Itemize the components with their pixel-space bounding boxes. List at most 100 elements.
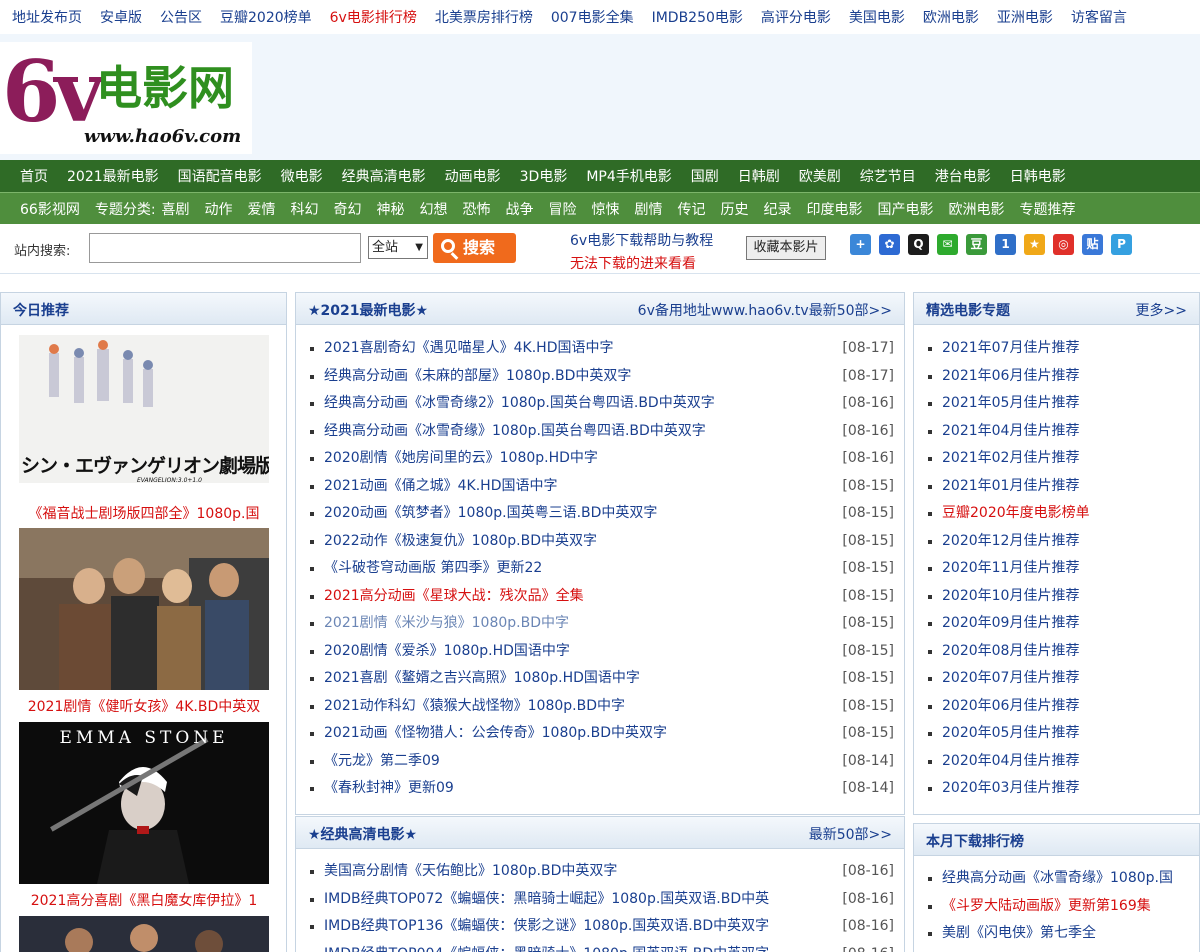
top-link[interactable]: 欧洲电影 (923, 7, 979, 27)
nav-item[interactable]: 日韩电影 (1010, 166, 1066, 186)
item-link[interactable]: 2021年06月佳片推荐 (942, 363, 1079, 391)
weibo-share-icon[interactable]: ◎ (1053, 234, 1074, 255)
top-link[interactable]: 美国电影 (849, 7, 905, 27)
top-link[interactable]: 北美票房排行榜 (435, 7, 533, 27)
category-item[interactable]: 剧情 (635, 199, 663, 219)
poster-caption[interactable]: 2021剧情《健听女孩》4K.BD中英双 (1, 696, 286, 716)
plus-share-icon[interactable]: + (850, 234, 871, 255)
item-link[interactable]: 2021动作科幻《猿猴大战怪物》1080p.BD中字 (324, 693, 625, 721)
item-link[interactable]: IMDB经典TOP136《蝙蝠侠：侠影之谜》1080p.国英双语.BD中英双字 (324, 913, 769, 941)
top-link[interactable]: 高评分电影 (761, 7, 831, 27)
nav-item[interactable]: 国语配音电影 (178, 166, 262, 186)
item-link[interactable]: IMDB经典TOP004《蝙蝠侠：黑暗骑士》1080p.国英双语.BD中英双字 (324, 941, 769, 952)
item-link[interactable]: 《斗破苍穹动画版 第四季》更新22 (324, 555, 542, 583)
nav-item[interactable]: 港台电影 (935, 166, 991, 186)
category-item[interactable]: 专题推荐 (1020, 199, 1076, 219)
category-item[interactable]: 神秘 (377, 199, 405, 219)
item-link[interactable]: 2021年04月佳片推荐 (942, 418, 1079, 446)
item-link[interactable]: 2021年02月佳片推荐 (942, 445, 1079, 473)
category-item[interactable]: 幻想 (420, 199, 448, 219)
renren-share-icon[interactable]: 1 (995, 234, 1016, 255)
p-share-icon[interactable]: P (1111, 234, 1132, 255)
more-link[interactable]: 更多>> (1136, 300, 1187, 320)
item-link[interactable]: 2021高分动画《星球大战：残次品》全集 (324, 583, 584, 611)
nav-item[interactable]: 2021最新电影 (67, 166, 159, 186)
top-link[interactable]: 6v电影排行榜 (330, 7, 417, 27)
wechat-share-icon[interactable]: ✉ (937, 234, 958, 255)
item-link[interactable]: 2020年06月佳片推荐 (942, 693, 1079, 721)
douban-share-icon[interactable]: 豆 (966, 234, 987, 255)
item-link[interactable]: 经典高分动画《冰雪奇缘》1080p.国 (942, 865, 1173, 893)
nav-item[interactable]: 欧美剧 (799, 166, 841, 186)
category-item[interactable]: 印度电影 (807, 199, 863, 219)
nav-item[interactable]: 动画电影 (445, 166, 501, 186)
item-link[interactable]: 2020年03月佳片推荐 (942, 775, 1079, 803)
item-link[interactable]: 2020年09月佳片推荐 (942, 610, 1079, 638)
item-link[interactable]: 2020年05月佳片推荐 (942, 720, 1079, 748)
poster-image[interactable]: シン・エヴァンゲリオン劇場版:|| EVANGELION:3.0+1.0 (19, 335, 269, 497)
category-item[interactable]: 传记 (678, 199, 706, 219)
item-link[interactable]: IMDB经典TOP072《蝙蝠侠：黑暗骑士崛起》1080p.国英双语.BD中英 (324, 886, 769, 914)
tieba-share-icon[interactable]: 贴 (1082, 234, 1103, 255)
item-link[interactable]: 2020年07月佳片推荐 (942, 665, 1079, 693)
star-share-icon[interactable]: ★ (1024, 234, 1045, 255)
nav-item[interactable]: 日韩剧 (738, 166, 780, 186)
item-link[interactable]: 2021年01月佳片推荐 (942, 473, 1079, 501)
top-link[interactable]: 亚洲电影 (997, 7, 1053, 27)
category-item[interactable]: 战争 (506, 199, 534, 219)
item-link[interactable]: 2020年12月佳片推荐 (942, 528, 1079, 556)
nav-item[interactable]: 综艺节目 (860, 166, 916, 186)
search-scope-select[interactable]: 全站 ▼ (368, 236, 428, 259)
download-help-link[interactable]: 6v电影下载帮助与教程 (570, 230, 713, 250)
top-link[interactable]: 豆瓣2020榜单 (220, 7, 312, 27)
poster-image[interactable] (19, 916, 269, 952)
item-link[interactable]: 经典高分动画《冰雪奇缘》1080p.国英台粤四语.BD中英双字 (324, 418, 706, 446)
bookmark-button[interactable]: 收藏本影片 (746, 236, 826, 260)
qq-share-icon[interactable]: Q (908, 234, 929, 255)
item-link[interactable]: 2021喜剧《鳌婿之吉兴高照》1080p.HD国语中字 (324, 665, 640, 693)
item-link[interactable]: 2021年05月佳片推荐 (942, 390, 1079, 418)
item-link[interactable]: 2020剧情《爱杀》1080p.HD国语中字 (324, 638, 570, 666)
category-item[interactable]: 国产电影 (878, 199, 934, 219)
nav-item[interactable]: 首页 (20, 166, 48, 186)
item-link[interactable]: 2021动画《俑之城》4K.HD国语中字 (324, 473, 557, 501)
poster-caption[interactable]: 2021高分喜剧《黑白魔女库伊拉》1 (1, 890, 286, 910)
item-link[interactable]: 2022动作《极速复仇》1080p.BD中英双字 (324, 528, 597, 556)
more-link[interactable]: 6v备用地址www.hao6v.tv最新50部>> (638, 300, 892, 320)
item-link[interactable]: 经典高分动画《未麻的部屋》1080p.BD中英双字 (324, 363, 631, 391)
nav-item[interactable]: MP4手机电影 (586, 166, 671, 186)
nav-item[interactable]: 微电影 (281, 166, 323, 186)
item-link[interactable]: 2021年07月佳片推荐 (942, 335, 1079, 363)
top-link[interactable]: 安卓版 (100, 7, 142, 27)
category-item[interactable]: 冒险 (549, 199, 577, 219)
item-link[interactable]: 2020动画《筑梦者》1080p.国英粤三语.BD中英双字 (324, 500, 657, 528)
search-input[interactable] (89, 233, 361, 263)
item-link[interactable]: 2020年11月佳片推荐 (942, 555, 1079, 583)
category-item[interactable]: 爱情 (248, 199, 276, 219)
category-item[interactable]: 动作 (205, 199, 233, 219)
category-item[interactable]: 喜剧 (162, 199, 190, 219)
item-link[interactable]: 2020年04月佳片推荐 (942, 748, 1079, 776)
item-link[interactable]: 2021喜剧奇幻《遇见喵星人》4K.HD国语中字 (324, 335, 613, 363)
category-item[interactable]: 纪录 (764, 199, 792, 219)
category-item[interactable]: 欧洲电影 (949, 199, 1005, 219)
category-item[interactable]: 历史 (721, 199, 749, 219)
download-trouble-link[interactable]: 无法下载的进来看看 (570, 253, 696, 273)
category-item[interactable]: 科幻 (291, 199, 319, 219)
top-link[interactable]: IMDB250电影 (652, 7, 743, 27)
item-link[interactable]: 2021剧情《米沙与狼》1080p.BD中字 (324, 610, 569, 638)
item-link[interactable]: 2020年10月佳片推荐 (942, 583, 1079, 611)
poster-image[interactable]: EMMA STONE (19, 722, 269, 884)
item-link[interactable]: 美国高分剧情《天佑鲍比》1080p.BD中英双字 (324, 858, 617, 886)
item-link[interactable]: 2020剧情《她房间里的云》1080p.HD中字 (324, 445, 598, 473)
nav-item[interactable]: 国剧 (691, 166, 719, 186)
item-link[interactable]: 《春秋封神》更新09 (324, 775, 454, 803)
top-link[interactable]: 地址发布页 (12, 7, 82, 27)
category-item[interactable]: 恐怖 (463, 199, 491, 219)
item-link[interactable]: 《元龙》第二季09 (324, 748, 440, 776)
top-link[interactable]: 访客留言 (1071, 7, 1127, 27)
item-link[interactable]: 豆瓣2020年度电影榜单 (942, 500, 1090, 528)
nav-item[interactable]: 经典高清电影 (342, 166, 426, 186)
more-link[interactable]: 最新50部>> (809, 824, 892, 844)
top-link[interactable]: 公告区 (160, 7, 202, 27)
